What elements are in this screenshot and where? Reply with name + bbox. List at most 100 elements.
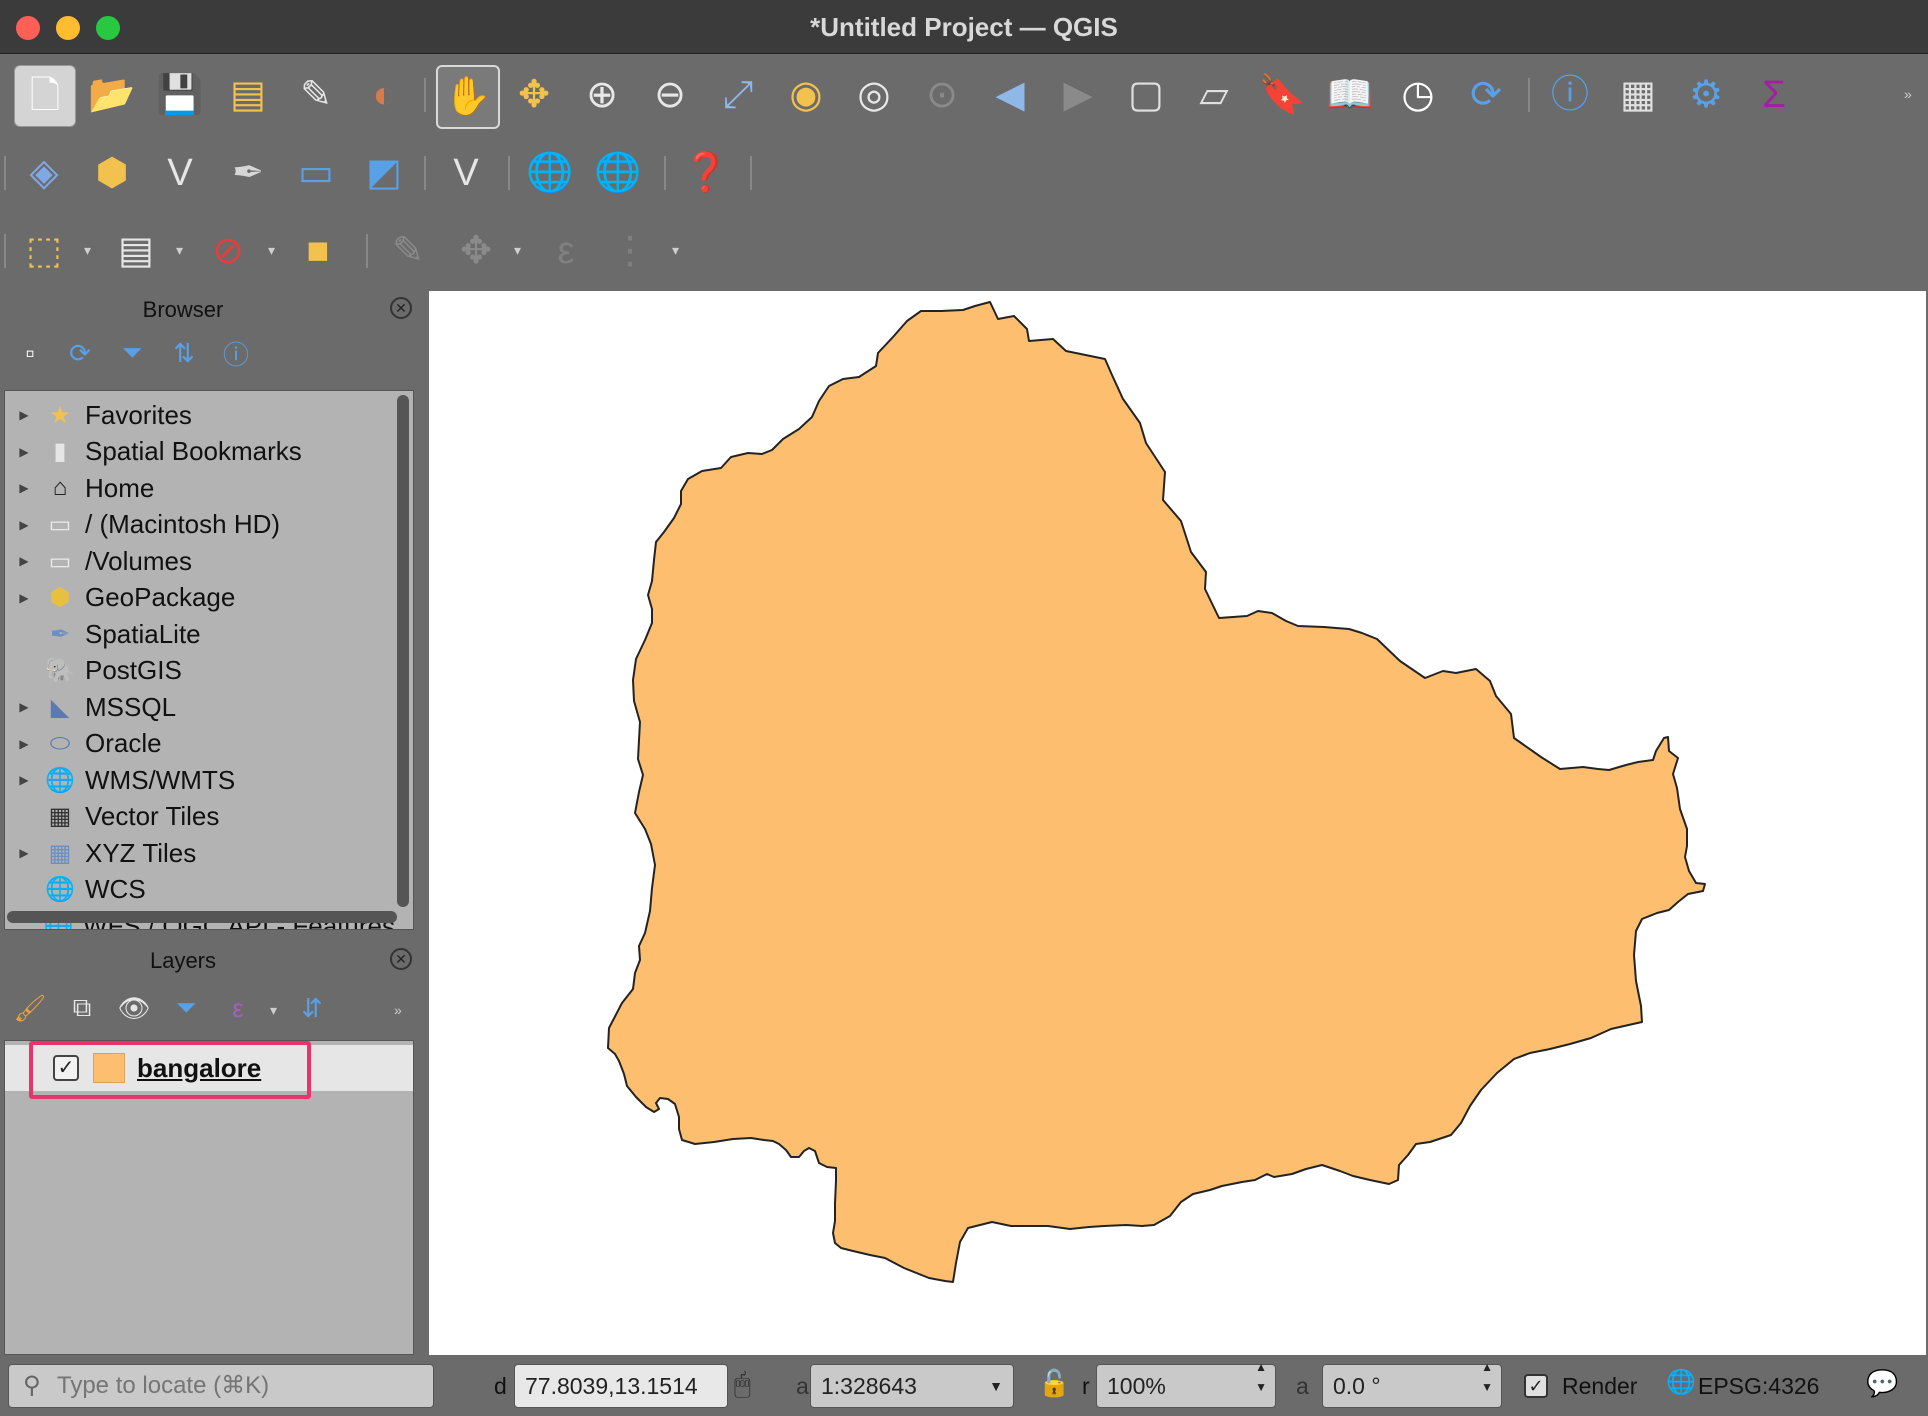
- field-calculator-icon[interactable]: ⋮: [600, 221, 660, 281]
- browser-properties-icon[interactable]: ⓘ: [216, 333, 256, 373]
- zoom-out-icon[interactable]: ⊖: [640, 65, 700, 125]
- browser-item-mssql[interactable]: ▶ ◣ MSSQL: [5, 689, 395, 725]
- pan-to-selection-icon[interactable]: ✥: [504, 65, 564, 125]
- zoom-to-layer-icon[interactable]: ◎: [844, 65, 904, 125]
- filter-legend-icon[interactable]: ⏷: [166, 988, 206, 1028]
- identify-icon[interactable]: ⓘ: [1540, 65, 1600, 125]
- expand-arrow-icon[interactable]: ▶: [5, 737, 43, 751]
- layer-styling-icon[interactable]: 🖌: [10, 988, 50, 1028]
- show-bookmarks-icon[interactable]: 📖: [1320, 65, 1380, 125]
- new-print-layout-icon[interactable]: ▤: [218, 65, 278, 125]
- zoom-to-selection-icon[interactable]: ◉: [776, 65, 836, 125]
- collapse-all-icon[interactable]: ⇅: [164, 333, 204, 373]
- layers-close-icon[interactable]: ✕: [390, 948, 412, 970]
- new-project-icon[interactable]: 🗋: [14, 65, 76, 127]
- field-calculator-dropdown-icon[interactable]: ▾: [672, 242, 679, 259]
- save-project-icon[interactable]: 💾: [150, 65, 210, 125]
- expression-icon[interactable]: ε: [536, 221, 596, 281]
- expand-arrow-icon[interactable]: ▶: [5, 846, 43, 860]
- new-temporary-layer-icon[interactable]: ▭: [286, 143, 346, 203]
- select-by-value-icon[interactable]: ▤: [106, 221, 166, 281]
- new-shapefile-icon[interactable]: V: [150, 143, 210, 203]
- browser-item-oracle[interactable]: ▶ ⬭ Oracle: [5, 726, 395, 762]
- expand-all-icon[interactable]: ⇵: [292, 988, 332, 1028]
- data-source-manager-icon[interactable]: ◈: [14, 143, 74, 203]
- crs-button[interactable]: EPSG:4326: [1698, 1364, 1819, 1408]
- expand-arrow-icon[interactable]: ▶: [5, 591, 43, 605]
- browser-vertical-scrollbar[interactable]: [397, 395, 409, 907]
- render-checkbox[interactable]: ✓: [1524, 1374, 1548, 1398]
- select-by-value-dropdown-icon[interactable]: ▾: [176, 242, 183, 259]
- browser-close-icon[interactable]: ✕: [390, 297, 412, 319]
- add-selected-layers-icon[interactable]: ▫: [10, 333, 50, 373]
- browser-item-wms-wmts[interactable]: ▶ 🌐 WMS/WMTS: [5, 762, 395, 798]
- temporal-controller-icon[interactable]: ◷: [1388, 65, 1448, 125]
- zoom-native-icon[interactable]: ⊙: [912, 65, 972, 125]
- add-wms-icon[interactable]: 🌐: [520, 143, 580, 203]
- digitize-vertex-icon[interactable]: V: [436, 143, 496, 203]
- metasearch-icon[interactable]: 🌐: [588, 143, 648, 203]
- filter-expression-dropdown-icon[interactable]: ▾: [270, 1002, 277, 1019]
- expand-arrow-icon[interactable]: ▶: [5, 408, 43, 422]
- new-spatialite-icon[interactable]: ✒: [218, 143, 278, 203]
- edit-pencil-icon[interactable]: ✎: [378, 221, 438, 281]
- expand-arrow-icon[interactable]: ▶: [5, 773, 43, 787]
- browser-item-home[interactable]: ▶ ⌂ Home: [5, 470, 395, 506]
- toolbar-overflow-icon[interactable]: »: [1904, 86, 1912, 102]
- browser-item-postgis[interactable]: 🐘 PostGIS: [5, 653, 395, 689]
- expand-arrow-icon[interactable]: ▶: [5, 518, 43, 532]
- scale-combo[interactable]: 1:328643 ▼: [810, 1364, 1014, 1408]
- zoom-last-icon[interactable]: ◀: [980, 65, 1040, 125]
- new-geopackage-icon[interactable]: ⬢: [82, 143, 142, 203]
- processing-gear-icon[interactable]: ⚙: [1676, 65, 1736, 125]
- add-group-icon[interactable]: ⧉: [62, 988, 102, 1028]
- browser-item-wcs[interactable]: 🌐 WCS: [5, 872, 395, 908]
- toggle-extents-icon[interactable]: 🖱: [734, 1368, 751, 1401]
- manage-visibility-icon[interactable]: 👁: [114, 988, 154, 1028]
- locator-search-input[interactable]: [55, 1369, 425, 1403]
- browser-item-xyz-tiles[interactable]: ▶ ▦ XYZ Tiles: [5, 835, 395, 871]
- vertex-tool-icon[interactable]: ✥: [446, 221, 506, 281]
- select-features-icon[interactable]: ⬚: [14, 221, 74, 281]
- expand-arrow-icon[interactable]: ▶: [5, 700, 43, 714]
- new-3d-map-icon[interactable]: ▱: [1184, 65, 1244, 125]
- browser-item-volumes[interactable]: ▶ ▭ /Volumes: [5, 543, 395, 579]
- browser-item-vector-tiles[interactable]: ▦ Vector Tiles: [5, 799, 395, 835]
- select-by-location-icon[interactable]: ■: [288, 221, 348, 281]
- layers-overflow-icon[interactable]: »: [394, 1002, 402, 1018]
- deselect-dropdown-icon[interactable]: ▾: [268, 242, 275, 259]
- pan-icon[interactable]: ✋: [436, 65, 500, 129]
- expand-arrow-icon[interactable]: ▶: [5, 445, 43, 459]
- expand-arrow-icon[interactable]: ▶: [5, 481, 43, 495]
- browser-item-spatialite[interactable]: ✒ SpatiaLite: [5, 616, 395, 652]
- statistics-sigma-icon[interactable]: Σ: [1744, 65, 1804, 125]
- browser-refresh-icon[interactable]: ⟳: [60, 333, 100, 373]
- deselect-icon[interactable]: ⊘: [198, 221, 258, 281]
- lock-scale-icon[interactable]: 🔓: [1038, 1368, 1070, 1399]
- browser-item-macintosh-hd[interactable]: ▶ ▭ / (Macintosh HD): [5, 507, 395, 543]
- open-project-icon[interactable]: 📂: [82, 65, 142, 125]
- new-virtual-layer-icon[interactable]: ◩: [354, 143, 414, 203]
- map-canvas[interactable]: [429, 291, 1926, 1355]
- help-icon[interactable]: ❓: [676, 143, 736, 203]
- rotation-spinbox[interactable]: 0.0 ° ▲ ▼: [1322, 1360, 1502, 1408]
- zoom-full-icon[interactable]: ⤢: [708, 65, 768, 125]
- refresh-icon[interactable]: ⟳: [1456, 65, 1516, 125]
- magnifier-spinbox[interactable]: 100% ▲ ▼: [1096, 1360, 1276, 1408]
- messages-icon[interactable]: 💬: [1866, 1368, 1898, 1399]
- expand-arrow-icon[interactable]: ▶: [5, 554, 43, 568]
- browser-filter-icon[interactable]: ⏷: [112, 333, 152, 373]
- locator-box[interactable]: ⚲: [8, 1364, 434, 1408]
- style-manager-icon[interactable]: ✎: [286, 65, 346, 125]
- coordinate-field[interactable]: 77.8039,13.1514: [514, 1364, 728, 1408]
- new-map-view-icon[interactable]: ▢: [1116, 65, 1176, 125]
- bangalore-polygon[interactable]: [607, 301, 1706, 1283]
- zoom-in-icon[interactable]: ⊕: [572, 65, 632, 125]
- browser-horizontal-scrollbar[interactable]: [7, 911, 397, 923]
- new-bookmark-icon[interactable]: 🔖: [1252, 65, 1312, 125]
- zoom-next-icon[interactable]: ▶: [1048, 65, 1108, 125]
- select-features-dropdown-icon[interactable]: ▾: [84, 242, 91, 259]
- browser-item-geopackage[interactable]: ▶ ⬢ GeoPackage: [5, 580, 395, 616]
- browser-item-favorites[interactable]: ▶ ★ Favorites: [5, 397, 395, 433]
- attribute-table-icon[interactable]: ▦: [1608, 65, 1668, 125]
